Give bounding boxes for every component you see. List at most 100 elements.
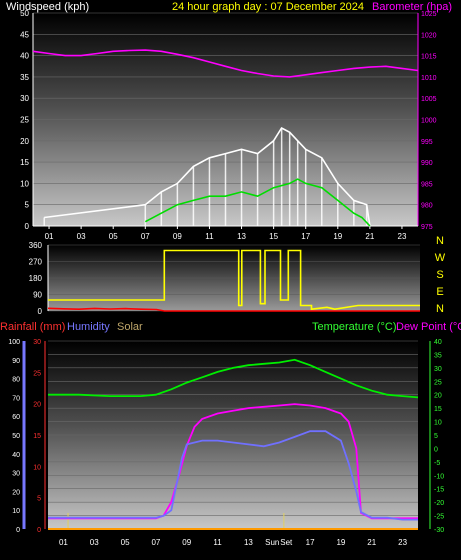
y-tick-label-wind: 40: [20, 52, 29, 61]
y-tick-label-barometer: 985: [421, 181, 433, 188]
y-tick-label-rain: 30: [33, 339, 41, 346]
x-tick-label: 03: [77, 232, 86, 241]
x-tick-label: 05: [109, 232, 118, 241]
y-tick-label-barometer: 980: [421, 203, 433, 210]
y-tick-label-rain: 25: [33, 370, 41, 377]
y-tick-label-wind: 10: [20, 179, 29, 188]
x-tick-label: 09: [173, 232, 182, 241]
x-tick-label: 09: [182, 538, 191, 547]
y-tick-label-wind: 25: [20, 116, 29, 125]
y-tick-label-barometer: 1000: [421, 118, 437, 125]
y-tick-label-direction: 0: [38, 307, 43, 316]
windspeed-axis-title: Windspeed (kph): [6, 1, 89, 13]
y-tick-label-wind: 45: [20, 30, 29, 39]
y-tick-label-humidity: 40: [12, 452, 20, 459]
y-tick-label-wind: 50: [20, 9, 29, 18]
solar-axis-title: Solar: [117, 321, 143, 333]
y-tick-label-humidity: 70: [12, 395, 20, 402]
y-tick-label-direction: 90: [33, 291, 42, 300]
y-tick-label-direction: 180: [29, 274, 43, 283]
y-tick-label-temperature: 40: [434, 339, 442, 346]
y-tick-label-temperature: 20: [434, 393, 442, 400]
y-tick-label-rain: 10: [33, 464, 41, 471]
x-tick-label: 19: [333, 232, 342, 241]
y-tick-label-temperature: 10: [434, 420, 442, 427]
y-tick-label-direction: 270: [29, 258, 43, 267]
y-tick-label-direction: 360: [29, 241, 43, 250]
y-tick-label-barometer: 1015: [421, 54, 437, 61]
x-tick-label: 23: [398, 538, 407, 547]
x-tick-label: 03: [90, 538, 99, 547]
y-tick-label-humidity: 90: [12, 358, 20, 365]
graph-title: 24 hour graph day : 07 December 2024: [172, 1, 364, 13]
y-tick-label-temperature: -30: [434, 527, 444, 534]
x-tick-label: 05: [121, 538, 130, 547]
compass-label: N: [436, 235, 444, 247]
y-tick-label-temperature: -15: [434, 487, 444, 494]
x-tick-label: 13: [244, 538, 253, 547]
barometer-axis-title: Barometer (hpa): [372, 1, 452, 13]
y-tick-label-wind: 20: [20, 137, 29, 146]
compass-label: S: [436, 269, 443, 281]
x-tick-label: 07: [141, 232, 150, 241]
y-tick-label-rain: 5: [37, 496, 41, 503]
compass-label: W: [435, 252, 446, 264]
x-tick-label: 07: [151, 538, 160, 547]
x-tick-label: 17: [301, 232, 310, 241]
x-tick-label: 01: [45, 232, 54, 241]
y-tick-label-barometer: 990: [421, 160, 433, 167]
x-tick-label: 11: [213, 538, 222, 547]
chart-canvas: Windspeed (kph) 24 hour graph day : 07 D…: [0, 1, 461, 547]
y-tick-label-temperature: 35: [434, 352, 442, 359]
y-tick-label-humidity: 100: [8, 339, 20, 346]
y-tick-label-wind: 35: [20, 73, 29, 82]
x-tick-label: 11: [205, 232, 214, 241]
y-tick-label-temperature: 0: [434, 446, 438, 453]
y-tick-label-wind: 30: [20, 94, 29, 103]
y-tick-label-temperature: -5: [434, 460, 440, 467]
y-tick-label-barometer: 1010: [421, 75, 437, 82]
y-tick-label-temperature: 25: [434, 379, 442, 386]
x-tick-label: Sun: [265, 538, 279, 547]
x-tick-label: 19: [336, 538, 345, 547]
y-tick-label-humidity: 60: [12, 414, 20, 421]
y-tick-label-rain: 15: [33, 433, 41, 440]
y-tick-label-temperature: -10: [434, 473, 444, 480]
y-tick-label-wind: 0: [25, 222, 30, 231]
y-tick-label-rain: 20: [33, 402, 41, 409]
temperature-axis-title: Temperature (°C): [312, 321, 396, 333]
y-tick-label-humidity: 0: [16, 527, 20, 534]
dewpoint-axis-title: Dew Point (°C): [396, 321, 461, 333]
y-tick-label-barometer: 995: [421, 139, 433, 146]
x-tick-label: 01: [59, 538, 68, 547]
weather-graph: Windspeed (kph) 24 hour graph day : 07 D…: [0, 0, 461, 555]
x-tick-label: 21: [365, 232, 374, 241]
y-tick-label-humidity: 50: [12, 433, 20, 440]
y-tick-label-wind: 5: [25, 201, 30, 210]
y-tick-label-humidity: 20: [12, 489, 20, 496]
y-tick-label-barometer: 1025: [421, 11, 437, 18]
x-tick-label: 23: [398, 232, 407, 241]
y-tick-label-temperature: 15: [434, 406, 442, 413]
y-tick-label-wind: 15: [20, 158, 29, 167]
y-tick-label-temperature: 5: [434, 433, 438, 440]
y-tick-label-temperature: 30: [434, 366, 442, 373]
y-tick-label-rain: 0: [37, 527, 41, 534]
x-tick-label: 13: [237, 232, 246, 241]
y-tick-label-barometer: 1005: [421, 96, 437, 103]
compass-label: N: [436, 303, 444, 315]
y-tick-label-barometer: 1020: [421, 32, 437, 39]
x-tick-label: Set: [280, 538, 293, 547]
y-tick-label-humidity: 30: [12, 471, 20, 478]
x-tick-label: 17: [306, 538, 315, 547]
rainfall-axis-title: Rainfall (mm): [0, 321, 65, 333]
y-tick-label-barometer: 975: [421, 224, 433, 231]
y-tick-label-humidity: 10: [12, 508, 20, 515]
x-tick-label: 15: [269, 232, 278, 241]
compass-label: E: [436, 286, 443, 298]
y-tick-label-temperature: -25: [434, 514, 444, 521]
y-tick-label-humidity: 80: [12, 377, 20, 384]
x-tick-label: 21: [367, 538, 376, 547]
y-tick-label-temperature: -20: [434, 500, 444, 507]
humidity-axis-title: Humidity: [67, 321, 110, 333]
